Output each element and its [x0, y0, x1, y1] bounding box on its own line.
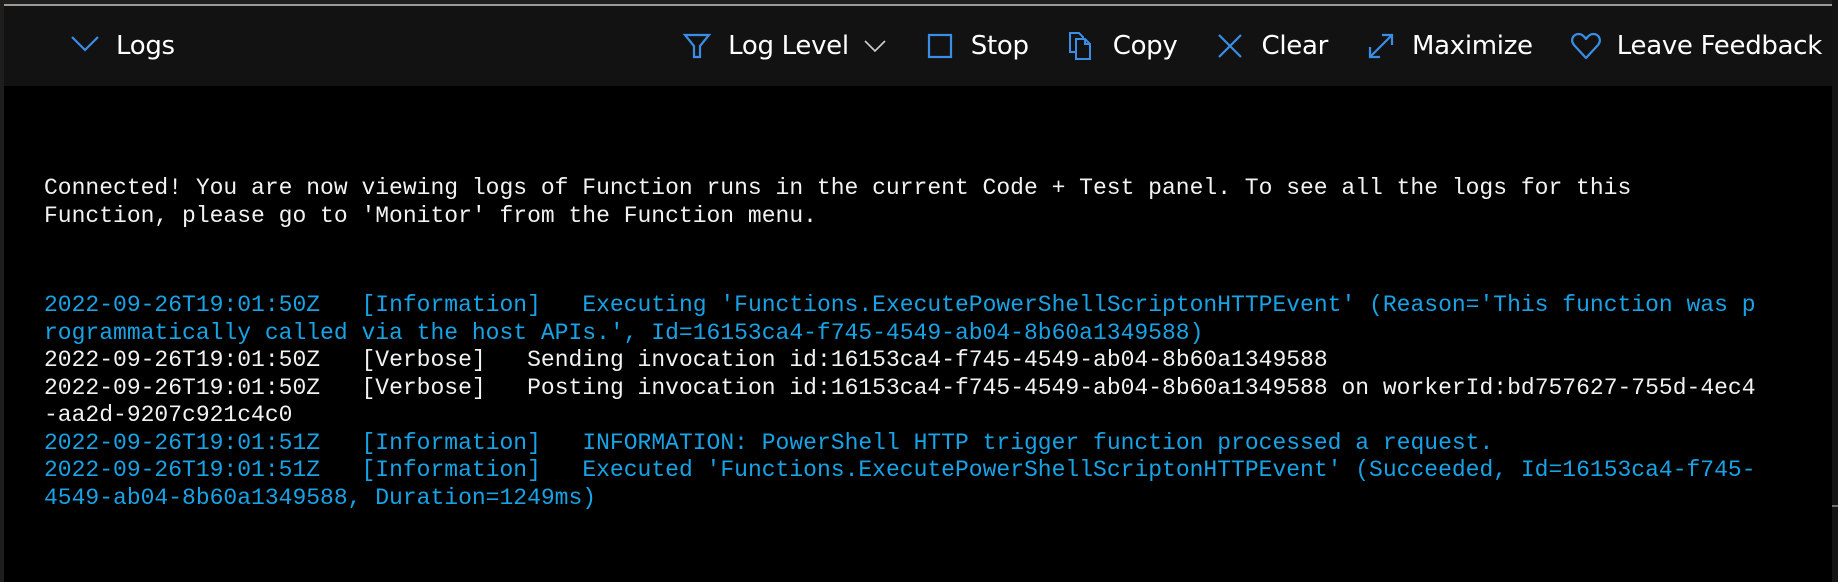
log-entry: 2022-09-26T19:01:51Z [Information] Execu… [44, 457, 1764, 512]
log-content: Connected! You are now viewing logs of F… [44, 120, 1764, 512]
heart-icon [1569, 29, 1603, 63]
copy-icon [1065, 29, 1099, 63]
logs-collapse-toggle[interactable]: Logs [70, 6, 175, 86]
log-timestamp: 2022-09-26T19:01:51Z [44, 429, 321, 456]
log-level: [Verbose] [361, 374, 486, 401]
log-output[interactable]: Connected! You are now viewing logs of F… [4, 86, 1832, 582]
scrollbar-track[interactable] [1832, 0, 1838, 582]
log-timestamp: 2022-09-26T19:01:50Z [44, 347, 321, 373]
log-message: INFORMATION: PowerShell HTTP trigger fun… [582, 429, 1494, 456]
chevron-down-icon [863, 38, 887, 54]
expand-arrows-icon [1364, 29, 1398, 63]
log-level: [Information] [361, 292, 541, 318]
clear-button[interactable]: Clear [1213, 6, 1328, 86]
log-level-dropdown[interactable]: Log Level [680, 6, 887, 86]
chevron-down-icon [70, 34, 100, 59]
stop-button[interactable]: Stop [923, 6, 1029, 86]
log-timestamp: 2022-09-26T19:01:51Z [44, 457, 321, 483]
log-entry: 2022-09-26T19:01:50Z [Information] Execu… [44, 292, 1764, 347]
log-level-label: Log Level [728, 31, 849, 61]
log-entry: 2022-09-26T19:01:50Z [Verbose] Posting i… [44, 375, 1764, 430]
close-x-icon [1213, 29, 1247, 63]
log-level: [Information] [361, 429, 541, 456]
leave-feedback-label: Leave Feedback [1616, 31, 1823, 61]
stop-square-icon [923, 29, 957, 63]
log-level: [Information] [361, 457, 541, 483]
maximize-label: Maximize [1411, 31, 1533, 61]
copy-button[interactable]: Copy [1065, 6, 1178, 86]
log-timestamp: 2022-09-26T19:01:50Z [44, 374, 321, 401]
log-entry: 2022-09-26T19:01:51Z [Information] INFOR… [44, 430, 1764, 458]
connection-message: Connected! You are now viewing logs of F… [44, 175, 1632, 229]
copy-label: Copy [1112, 31, 1178, 61]
stop-label: Stop [970, 31, 1029, 61]
leave-feedback-button[interactable]: Leave Feedback [1569, 6, 1822, 86]
filter-icon [680, 29, 714, 63]
log-message: Sending invocation id:16153ca4-f745-4549… [527, 347, 1328, 373]
log-timestamp: 2022-09-26T19:01:50Z [44, 292, 321, 318]
logs-title: Logs [116, 31, 175, 61]
logs-panel: Logs Log Level Stop Copy Clear Maximize … [0, 0, 1838, 582]
maximize-button[interactable]: Maximize [1364, 6, 1533, 86]
logs-toolbar: Logs Log Level Stop Copy Clear Maximize … [4, 6, 1832, 86]
log-level: [Verbose] [361, 347, 486, 373]
log-entry: 2022-09-26T19:01:50Z [Verbose] Sending i… [44, 347, 1764, 375]
toolbar-actions: Log Level Stop Copy Clear Maximize Leave… [680, 6, 1822, 86]
clear-label: Clear [1261, 31, 1328, 61]
scrollbar-thumb[interactable] [1832, 505, 1838, 507]
